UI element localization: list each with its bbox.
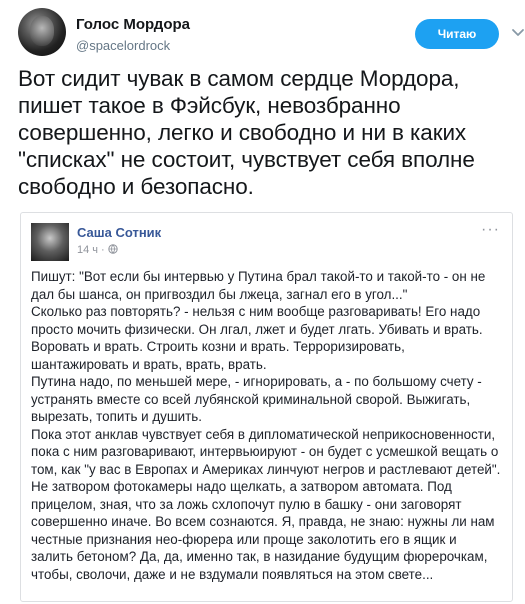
fb-post-text: Пишут: "Вот если бы интервью у Путина бр… [31, 269, 501, 582]
fb-post-meta: 14 ч · [77, 244, 118, 256]
facebook-post-screenshot: Саша Сотник 14 ч · ··· Пишут: "Вот если б… [20, 212, 513, 602]
fb-author-name: Саша Сотник [77, 225, 162, 240]
tweet-header: Голос Мордора @spacelordrock Читаю [18, 8, 524, 56]
author-name[interactable]: Голос Мордора [76, 16, 190, 33]
fb-post-time: 14 ч [77, 244, 99, 256]
avatar-face [30, 16, 54, 46]
fb-author-avatar [31, 223, 69, 261]
globe-icon [108, 244, 118, 254]
chevron-down-icon[interactable] [510, 24, 525, 40]
more-icon: ··· [481, 221, 500, 238]
tweet-text: Вот сидит чувак в самом сердце Мордора, … [18, 66, 475, 199]
fb-dot: · [101, 244, 105, 256]
following-button[interactable]: Читаю [415, 19, 499, 49]
author-avatar[interactable] [18, 8, 66, 56]
author-handle[interactable]: @spacelordrock [76, 38, 170, 53]
